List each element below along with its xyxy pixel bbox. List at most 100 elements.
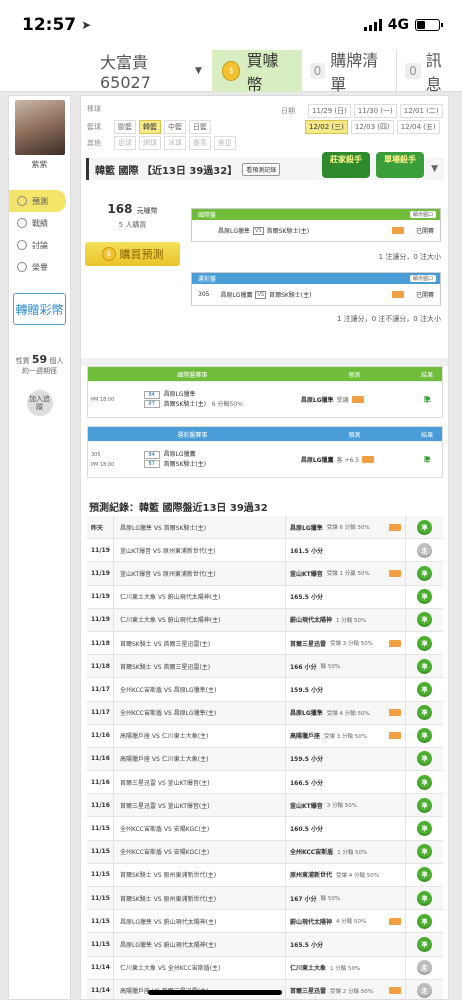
table-row[interactable]: 11/19 釜山KT爆音 VS 原州東浦新世代(主) 161.5 小分 走 <box>87 539 443 563</box>
result-badge: 準 <box>417 867 432 883</box>
tag-icon <box>391 291 404 298</box>
table-row[interactable]: 11/17 全州KCC宙斯盾 VS 昌原LG獵隼(主) 昌原LG獵隼 受讓 4 分輸 … <box>87 701 443 725</box>
result-badge: 準 <box>417 565 432 581</box>
table-row[interactable]: 11/16 首爾三星迅雷 VS 釜山KT爆音(主) 釜山KT爆音 3 分輸 50% 準 <box>87 794 443 818</box>
prediction-title-bar: 韓籃 國際 【近13日 39過32】 看預測記錄 莊家殺手 單場殺手 ▼ <box>86 152 444 180</box>
other-chip[interactable]: 網球 <box>139 136 161 150</box>
league-chip[interactable]: 日籃 <box>189 120 211 134</box>
result-badge: 走 <box>417 983 432 999</box>
sidebar-item-predict[interactable]: 預測 <box>9 190 66 212</box>
tag-icon <box>389 732 401 740</box>
date-chip[interactable]: 12/03 (四) <box>350 120 394 134</box>
gift-coins-button[interactable]: 轉贈彩幣 <box>13 293 66 325</box>
league-filter: 籃球 歐籃 韓籃 中籃 日籃 <box>87 120 211 134</box>
other-chip[interactable]: 賽馬 <box>189 136 211 150</box>
table-row[interactable]: 11/15 首爾SK騎士 VS 原州東浦新世代(主) 原州東浦新世代 受讓 4 分輸 … <box>87 863 443 887</box>
table-row[interactable]: 11/14 仁川東土大象 VS 全州KCC宙斯盾(主) 仁川東土大象 1 分輸 50%… <box>87 956 443 980</box>
date-chip[interactable]: 12/04 (五) <box>396 120 440 134</box>
score-box: 84 87 <box>143 391 160 408</box>
table-row[interactable]: 11/19 仁川東土大象 VS 蔚山現代太陽神(主) 165.5 小分 準 <box>87 585 443 609</box>
vs-icon: VS <box>255 290 267 299</box>
table-row[interactable]: 11/15 全州KCC宙斯盾 VS 安陽KGC(主) 全州KCC宙斯盾 1 分輸 50… <box>87 840 443 864</box>
result-badge: 準 <box>417 821 432 837</box>
pick: 昌原LG獵鷹 <box>300 457 334 464</box>
row-match: 昌原LG獵隼 VS 蔚山現代太陽神(主) <box>113 933 285 956</box>
date-chip[interactable]: 11/29 (日) <box>308 104 351 118</box>
follow-button[interactable]: 加入追蹤 <box>26 390 53 416</box>
tag-icon <box>389 709 401 717</box>
sidebar-item-discuss[interactable]: 討論 <box>9 234 70 256</box>
date-chip[interactable]: 11/30 (一) <box>353 104 397 118</box>
location-icon: ➤ <box>81 18 92 32</box>
other-chip[interactable]: 足球 <box>114 136 136 150</box>
vs-icon: VS <box>253 226 264 235</box>
table-row[interactable]: 11/16 高陽獵戶座 VS 仁川東土大象(主) 159.5 小分 準 <box>87 747 443 772</box>
row-result-cell: 準 <box>405 724 443 747</box>
row-pick-cell: 166.5 小分 <box>285 771 405 794</box>
row-date: 11/19 <box>91 546 110 554</box>
row-note: 受讓 3 分輸 50% <box>330 641 373 648</box>
purchase-box: 168 元噱幣 5 人購買 $ 購買預測 <box>85 194 180 266</box>
pick-type: 客 +6.5 <box>336 457 360 464</box>
column-header: 運彩盤賽事 <box>177 431 208 439</box>
buy-prediction-button[interactable]: $ 購買預測 <box>85 242 180 266</box>
row-note: 1 分輸 50% <box>330 965 361 972</box>
row-result-cell: 準 <box>405 631 443 655</box>
row-pick-cell: 釜山KT爆音 受讓 1 分贏 50% <box>285 562 405 585</box>
avatar[interactable] <box>14 100 65 155</box>
home-indicator[interactable] <box>148 990 282 995</box>
sport-label[interactable]: 棒球 <box>87 104 107 114</box>
sidebar-item-record[interactable]: 戰績 <box>9 212 70 234</box>
tag-icon <box>389 917 401 925</box>
league-chip[interactable]: 中籃 <box>164 120 186 134</box>
target-icon <box>17 196 27 206</box>
table-row[interactable]: 11/15 昌原LG獵隼 VS 蔚山現代太陽神(主) 165.5 小分 準 <box>87 933 443 957</box>
show-odds-button[interactable]: 顯示盤口 <box>409 275 436 282</box>
other-chip[interactable]: 冰球 <box>164 136 186 150</box>
row-date: 11/15 <box>91 917 110 925</box>
league-chip[interactable]: 歐籃 <box>114 120 136 134</box>
buy-coins-button[interactable]: $ 買噱幣 <box>211 49 301 94</box>
row-pick: 159.5 小分 <box>290 756 324 764</box>
other-chip[interactable]: 美足 <box>214 136 236 150</box>
row-date: 11/19 <box>91 616 110 624</box>
table-row[interactable]: 11/15 首爾SK騎士 VS 原州東浦新世代(主) 167 小分輸 50% 準 <box>87 887 443 911</box>
chevron-down-icon[interactable]: ▼ <box>431 164 438 174</box>
row-pick-cell: 160.5 小分 <box>285 817 405 840</box>
row-pick: 165.5 小分 <box>290 594 324 602</box>
date-chip-selected[interactable]: 12/02 (三) <box>305 120 348 134</box>
sidebar-item-honor[interactable]: 榮譽 <box>9 256 70 278</box>
table-row[interactable]: 11/19 釜山KT爆音 VS 原州東浦新世代(主) 釜山KT爆音 受讓 1 分贏 5… <box>87 562 443 586</box>
game-time: PM 18:00 <box>91 396 115 403</box>
row-pick-cell: 昌原LG獵隼 受讓 6 分輸 50% <box>285 516 405 539</box>
user-dropdown[interactable]: 大富貴65027 ▼ <box>100 50 212 92</box>
table-row[interactable]: 昨天 昌原LG獵隼 VS 首爾SK騎士(主) 昌原LG獵隼 受讓 6 分輸 50% 準 <box>87 516 443 540</box>
away-team: 首爾SK騎士(主) <box>163 400 207 408</box>
row-match: 首爾SK騎士 VS 原州東浦新世代(主) <box>113 863 285 886</box>
row-match: 仁川東土大象 VS 全州KCC宙斯盾(主) <box>113 956 285 979</box>
row-match: 仁川東土大象 VS 蔚山現代太陽神(主) <box>113 608 285 631</box>
table-row[interactable]: 11/16 高陽獵戶座 VS 仁川東土大象(主) 高陽獵戶座 受讓 3 分輸 50% 準 <box>87 724 443 748</box>
row-pick-cell: 釜山KT爆音 3 分輸 50% <box>285 794 405 817</box>
table-row[interactable]: 11/19 仁川東土大象 VS 蔚山現代太陽神(主) 蔚山現代太陽神 1 分輸 50%… <box>87 608 443 632</box>
view-record-button[interactable]: 看預測記錄 <box>242 162 281 176</box>
table-row[interactable]: 11/17 全州KCC宙斯盾 VS 昌原LG獵隼(主) 159.5 小分 準 <box>87 678 443 702</box>
row-pick: 高陽獵戶座 <box>290 733 321 741</box>
show-odds-button[interactable]: 顯示盤口 <box>409 211 436 218</box>
fans-label: 個人 <box>49 357 64 365</box>
table-row[interactable]: 11/16 首爾三星迅雷 VS 釜山KT爆音(主) 166.5 小分 準 <box>87 771 443 795</box>
panel-header: 國際盤 <box>198 212 217 219</box>
row-pick-cell: 昌原LG獵隼 受讓 4 分輸 50% <box>285 701 405 724</box>
league-chip-selected[interactable]: 韓籃 <box>139 120 161 134</box>
table-row[interactable]: 11/15 全州KCC宙斯盾 VS 安陽KGC(主) 160.5 小分 準 <box>87 817 443 841</box>
row-result-cell: 準 <box>405 771 443 794</box>
buy-coins-label: 買噱幣 <box>246 50 279 94</box>
table-row[interactable]: 11/15 昌原LG獵隼 VS 蔚山現代太陽神(主) 蔚山現代太陽神 4 分輸 50%… <box>87 910 443 934</box>
messages-button[interactable]: 0 訊息 <box>396 49 462 94</box>
row-pick-cell: 蔚山現代太陽神 1 分輸 50% <box>285 608 405 631</box>
row-pick: 昌原LG獵隼 <box>290 710 323 718</box>
table-row[interactable]: 11/18 首爾SK騎士 VS 首爾三星迅雷(主) 首爾三星迅雷 受讓 3 分輸 50… <box>87 631 443 656</box>
table-row[interactable]: 11/18 首爾SK騎士 VS 首爾三星迅雷(主) 166 小分輸 50% 準 <box>87 655 443 679</box>
cart-button[interactable]: 0 購牌清單 <box>300 49 397 94</box>
date-chip[interactable]: 12/01 (二) <box>399 104 443 118</box>
